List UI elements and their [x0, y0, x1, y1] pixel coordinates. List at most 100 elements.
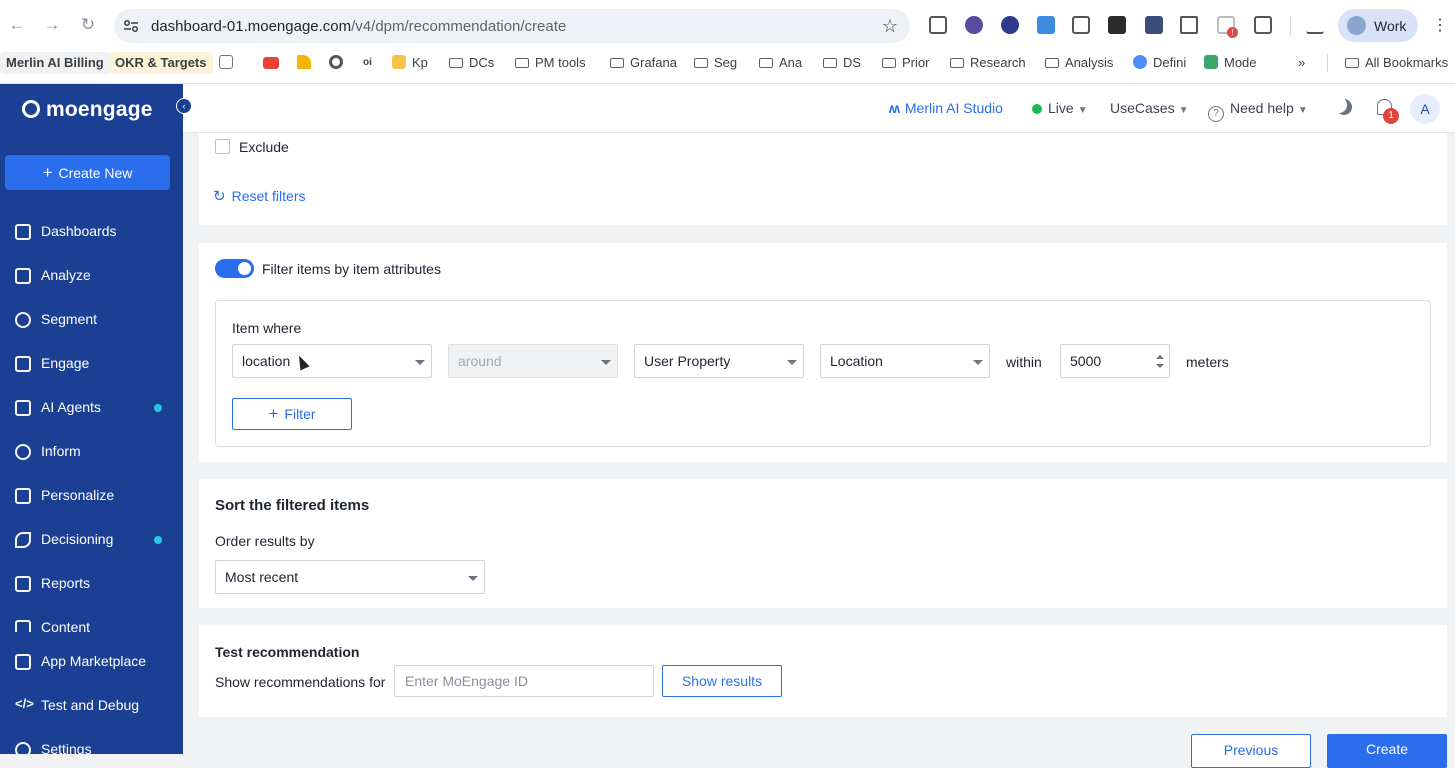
sidebar-item-test-debug[interactable]: </> Test and Debug — [0, 688, 183, 724]
bookmark-folder-pm-tools[interactable]: PM tools — [515, 52, 586, 74]
dashboard-icon — [15, 224, 31, 240]
extension-icon[interactable] — [1145, 16, 1163, 34]
sidebar-item-content[interactable]: Content — [0, 610, 183, 632]
extension-icon[interactable] — [965, 16, 983, 34]
within-label: within — [1006, 354, 1042, 370]
toggle-knob — [238, 262, 251, 275]
gear-icon — [15, 742, 31, 754]
sidebar-item-inform[interactable]: Inform — [0, 434, 183, 470]
create-button[interactable]: Create — [1327, 734, 1447, 768]
add-filter-button[interactable]: + Filter — [232, 398, 352, 430]
robot-icon — [15, 400, 31, 416]
browser-menu-icon[interactable]: ⋮ — [1432, 15, 1448, 35]
attribute-select[interactable]: location — [232, 344, 432, 378]
bookmark-mode[interactable]: Mode — [1204, 52, 1257, 74]
gmail-icon[interactable] — [263, 52, 285, 74]
create-new-button[interactable]: + Create New — [5, 155, 170, 190]
bookmark-folder-research[interactable]: Research — [950, 52, 1026, 74]
chrome-icon[interactable] — [329, 52, 349, 74]
property-select[interactable]: Location — [820, 344, 990, 378]
brand-logo[interactable]: moengage — [22, 98, 153, 122]
timer-icon — [15, 444, 31, 460]
notification-count-badge: 1 — [1383, 108, 1399, 124]
download-icon[interactable] — [1306, 16, 1324, 34]
bookmark-all-bookmarks[interactable]: All Bookmarks — [1345, 52, 1448, 74]
usecases-dropdown[interactable]: UseCases ▼ — [1110, 100, 1189, 116]
sidebar-item-personalize[interactable]: Personalize — [0, 478, 183, 514]
extension-icon[interactable] — [1108, 16, 1126, 34]
merlin-ai-studio-link[interactable]: ʍ Merlin AI Studio — [889, 100, 1003, 116]
profile-label: Work — [1374, 18, 1407, 34]
sidebar-item-dashboards[interactable]: Dashboards — [0, 214, 183, 250]
bookmark-folder-prior[interactable]: Prior — [882, 52, 929, 74]
unit-label: meters — [1186, 354, 1229, 370]
bookmark-folder-analysis[interactable]: Analysis — [1045, 52, 1113, 74]
extension-badge: ! — [1227, 27, 1238, 38]
sidebar-item-settings[interactable]: Settings — [0, 732, 183, 754]
distance-stepper[interactable]: 5000 — [1060, 344, 1170, 378]
operator-select: around — [448, 344, 618, 378]
collapse-sidebar-icon[interactable]: ‹ — [176, 98, 192, 114]
bookmark-folder-ana[interactable]: Ana — [759, 52, 802, 74]
bookmark-okr-targets[interactable]: OKR & Targets — [109, 52, 213, 74]
megaphone-icon — [15, 356, 31, 372]
puzzle-extensions-icon[interactable] — [1254, 16, 1272, 34]
profile-chip[interactable]: Work — [1338, 9, 1418, 42]
sidebar-item-ai-agents[interactable]: AI Agents — [0, 390, 183, 426]
reset-filters-link[interactable]: ↻ Reset filters — [213, 187, 306, 205]
bookmark-kp[interactable]: Kp — [392, 52, 428, 74]
item-attributes-toggle[interactable] — [215, 259, 254, 278]
need-help-dropdown[interactable]: ? Need help ▼ — [1208, 100, 1308, 122]
sidebar-item-reports[interactable]: Reports — [0, 566, 183, 602]
moengage-id-input[interactable] — [394, 665, 654, 697]
bookmark-folder-grafana[interactable]: Grafana — [610, 52, 677, 74]
source-select[interactable]: User Property — [634, 344, 804, 378]
url-path: /v4/dpm/recommendation/create — [351, 18, 567, 35]
caret-down-icon — [787, 360, 797, 365]
bookmark-folder-ds[interactable]: DS — [823, 52, 861, 74]
item-filter-box: Item where location around User Property… — [215, 300, 1431, 447]
qr-extension-icon[interactable] — [929, 16, 947, 34]
extension-icon[interactable] — [1001, 16, 1019, 34]
bookmark-merlin-billing[interactable]: Merlin AI Billing — [0, 52, 110, 74]
caret-down-icon — [468, 576, 478, 581]
plus-icon: + — [268, 404, 279, 423]
bookmark-folder-seg[interactable]: Seg — [694, 52, 737, 74]
order-results-label: Order results by — [215, 533, 315, 549]
previous-button[interactable]: Previous — [1191, 734, 1311, 768]
forward-icon[interactable]: → — [41, 14, 63, 36]
order-results-select[interactable]: Most recent — [215, 560, 485, 594]
bookmarks-divider — [1327, 54, 1328, 72]
dark-mode-icon[interactable] — [1336, 99, 1352, 115]
reset-icon: ↻ — [213, 188, 226, 205]
merlin-icon: ʍ — [889, 100, 900, 116]
chevron-down-icon: ▼ — [1297, 105, 1308, 116]
site-settings-icon[interactable] — [123, 18, 139, 34]
sidebar-item-analyze[interactable]: Analyze — [0, 258, 183, 294]
bookmarks-overflow-icon[interactable]: » — [1298, 52, 1305, 74]
extension-icon[interactable] — [1037, 16, 1055, 34]
reload-icon[interactable]: ↻ — [77, 14, 99, 36]
address-bar[interactable]: dashboard-01.moengage.com/v4/dpm/recomme… — [114, 9, 910, 43]
decrement-icon[interactable] — [1156, 364, 1164, 368]
extension-icon[interactable] — [1072, 16, 1090, 34]
bookmark-star-icon[interactable]: ☆ — [882, 16, 898, 37]
bookmark-defini[interactable]: Defini — [1133, 52, 1186, 74]
back-icon[interactable]: ← — [6, 14, 28, 36]
sidebar-item-app-marketplace[interactable]: App Marketplace — [0, 644, 183, 680]
apps-grid-icon[interactable] — [219, 52, 239, 74]
bookmark-oi[interactable]: oi — [363, 52, 372, 74]
user-avatar[interactable]: A — [1410, 94, 1440, 124]
environment-dropdown[interactable]: Live ▼ — [1032, 100, 1088, 116]
bookmark-folder-dcs[interactable]: DCs — [449, 52, 494, 74]
show-results-button[interactable]: Show results — [662, 665, 782, 697]
exclude-checkbox[interactable] — [215, 139, 230, 154]
sidebar-item-engage[interactable]: Engage — [0, 346, 183, 382]
increment-icon[interactable] — [1156, 355, 1164, 359]
sidebar-item-decisioning[interactable]: Decisioning — [0, 522, 183, 558]
drive-icon[interactable] — [297, 52, 317, 74]
caret-down-icon — [601, 360, 611, 365]
url-text: dashboard-01.moengage.com/v4/dpm/recomme… — [151, 18, 566, 35]
screenshot-extension-icon[interactable] — [1180, 16, 1198, 34]
sidebar-item-segment[interactable]: Segment — [0, 302, 183, 338]
